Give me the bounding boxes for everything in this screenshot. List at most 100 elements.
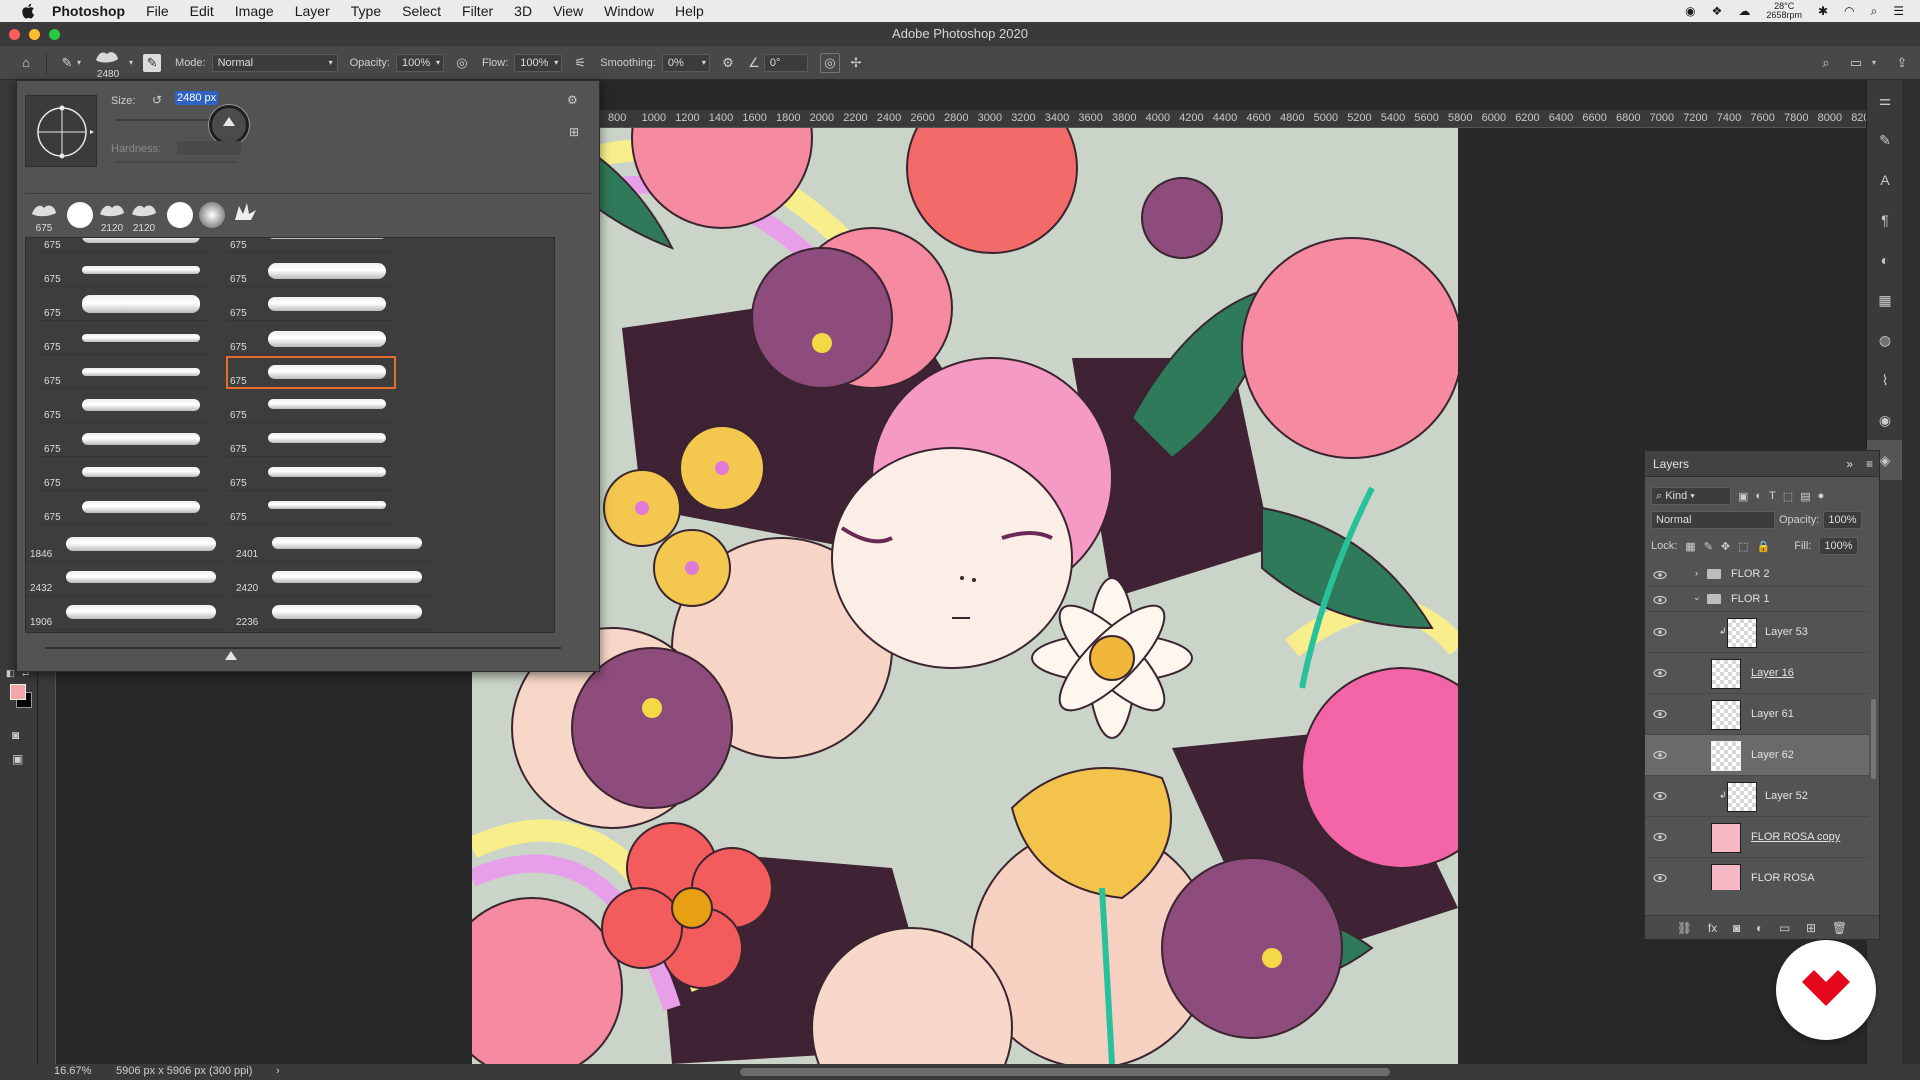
creative-cloud-icon[interactable]: ☁ xyxy=(1738,4,1750,18)
brush-preset[interactable]: 675 xyxy=(40,288,210,321)
menu-edit[interactable]: Edit xyxy=(190,3,214,19)
close-window-button[interactable] xyxy=(9,29,20,40)
filter-toggle-icon[interactable]: ● xyxy=(1818,490,1825,502)
add-mask-icon[interactable]: ◙ xyxy=(1733,921,1740,935)
layer-group-flor-1[interactable]: ⌄ FLOR 1 xyxy=(1645,587,1869,612)
panel-settings-gear-icon[interactable]: ⚙ xyxy=(567,93,578,107)
paragraph-icon[interactable]: ¶ xyxy=(1867,200,1903,240)
record-icon[interactable]: ◉ xyxy=(1685,4,1695,18)
thumbnail-size-knob[interactable] xyxy=(225,651,237,660)
recent-brush[interactable]: 675 xyxy=(29,200,59,234)
canvas-horizontal-scrollbar[interactable] xyxy=(740,1068,1390,1076)
fill-field[interactable]: 100% xyxy=(1819,537,1858,555)
brush-preset[interactable]: 675 xyxy=(40,238,210,253)
brush-preset[interactable]: 675 xyxy=(40,390,210,423)
recent-brush[interactable]: 2120 xyxy=(129,200,159,234)
brush-preset[interactable]: 675 xyxy=(40,322,210,355)
visibility-eye-icon[interactable] xyxy=(1653,789,1667,803)
visibility-eye-icon[interactable] xyxy=(1653,830,1667,844)
panel-menu-icon[interactable]: ≡ xyxy=(1866,451,1873,477)
brush-preset[interactable]: 675 xyxy=(226,458,396,491)
filter-smart-object-icon[interactable]: ▤ xyxy=(1800,490,1810,503)
visibility-eye-icon[interactable] xyxy=(1653,748,1667,762)
flow-field[interactable]: 100% ▾ xyxy=(514,53,563,72)
visibility-eye-icon[interactable] xyxy=(1653,666,1667,680)
recent-brush[interactable] xyxy=(229,200,259,230)
filter-pixel-icon[interactable]: ▣ xyxy=(1738,490,1748,503)
brush-preset[interactable]: 675 xyxy=(226,238,396,253)
brush-tip-preview[interactable] xyxy=(25,95,97,167)
weather-widget[interactable]: 28°C 2658rpm xyxy=(1766,2,1802,20)
chevron-right-icon[interactable]: › xyxy=(1695,568,1698,578)
pressure-opacity-icon[interactable]: ◎ xyxy=(452,53,472,73)
dropbox-icon[interactable]: ❖ xyxy=(1712,4,1723,18)
swatches-icon[interactable]: ▦ xyxy=(1867,280,1903,320)
brush-preset-selected[interactable]: 675 xyxy=(226,356,396,389)
apple-icon[interactable] xyxy=(20,2,38,20)
brush-preset[interactable]: 675 xyxy=(40,458,210,491)
link-layers-icon[interactable]: ⛓ xyxy=(1677,921,1692,935)
zoom-window-button[interactable] xyxy=(49,29,60,40)
reset-size-icon[interactable]: ↺ xyxy=(152,93,162,107)
brush-preset[interactable]: 675 xyxy=(40,424,210,457)
fx-icon[interactable]: fx xyxy=(1708,921,1717,935)
brush-picker-dropdown-icon[interactable]: ▾ xyxy=(129,58,133,67)
new-preset-icon[interactable]: ⊞ xyxy=(569,125,579,139)
filter-kind-dropdown[interactable]: ⌕ Kind ▾ xyxy=(1651,487,1731,505)
brush-preset[interactable]: 675 xyxy=(226,424,396,457)
menu-type[interactable]: Type xyxy=(351,3,381,19)
brush-preset[interactable]: 675 xyxy=(40,254,210,287)
delete-layer-icon[interactable]: 🗑 xyxy=(1832,921,1847,935)
lock-artboard-icon[interactable]: ⬚ xyxy=(1738,540,1748,553)
brush-preset[interactable]: 2236 xyxy=(232,596,432,630)
mode-dropdown[interactable]: Normal ▾ xyxy=(211,53,338,72)
menu-help[interactable]: Help xyxy=(675,3,704,19)
filter-type-icon[interactable]: T xyxy=(1769,490,1776,502)
menu-3d[interactable]: 3D xyxy=(514,3,532,19)
brush-tool-icon[interactable]: ✎ xyxy=(57,53,77,73)
bluetooth-icon[interactable]: ✱ xyxy=(1818,4,1828,18)
smoothing-field[interactable]: 0% ▾ xyxy=(661,53,710,72)
recent-brush[interactable] xyxy=(65,200,95,230)
brush-preset[interactable]: 675 xyxy=(226,322,396,355)
quick-mask-icon[interactable]: ◙ xyxy=(12,728,19,742)
visibility-eye-icon[interactable] xyxy=(1653,568,1667,582)
brush-preset-picker[interactable]: 2480 xyxy=(93,48,123,80)
brush-preset[interactable]: 2432 xyxy=(26,562,226,596)
zoom-level[interactable]: 16.67% xyxy=(54,1065,91,1077)
lock-transparent-icon[interactable]: ▦ xyxy=(1685,540,1695,553)
notification-center-icon[interactable]: ☰ xyxy=(1893,4,1904,18)
tool-preset-dropdown-icon[interactable]: ▾ xyxy=(77,58,81,67)
brush-preset[interactable]: 675 xyxy=(40,492,210,525)
brush-preset[interactable]: 675 xyxy=(40,356,210,389)
angle-field[interactable]: 0° xyxy=(763,53,808,72)
layer-row[interactable]: Layer 61 xyxy=(1645,694,1869,735)
layer-opacity-field[interactable]: 100% xyxy=(1823,511,1862,529)
libraries-icon[interactable]: ◍ xyxy=(1867,320,1903,360)
brush-preset[interactable]: 2401 xyxy=(232,528,432,562)
thumbnail-size-slider[interactable] xyxy=(45,647,561,649)
visibility-eye-icon[interactable] xyxy=(1653,707,1667,721)
hardness-input[interactable] xyxy=(177,141,241,155)
lock-image-icon[interactable]: ✎ xyxy=(1704,540,1713,553)
share-icon[interactable]: ⇪ xyxy=(1892,53,1912,73)
airbrush-icon[interactable]: ⚟ xyxy=(570,53,590,73)
home-icon[interactable]: ⌂ xyxy=(16,53,36,73)
workspace-dropdown-icon[interactable]: ▾ xyxy=(1872,58,1876,67)
paths-icon[interactable]: ⌇ xyxy=(1867,360,1903,400)
menu-view[interactable]: View xyxy=(553,3,583,19)
menu-filter[interactable]: Filter xyxy=(462,3,493,19)
brush-preset[interactable]: 675 xyxy=(226,390,396,423)
pressure-size-icon[interactable]: ◎ xyxy=(819,52,840,73)
brush-preset[interactable]: 1846 xyxy=(26,528,226,562)
screen-mode-icon[interactable]: ▣ xyxy=(12,752,23,766)
brush-preset[interactable]: 675 xyxy=(226,492,396,525)
size-slider-knob[interactable] xyxy=(209,105,249,145)
visibility-eye-icon[interactable] xyxy=(1653,871,1667,885)
menu-file[interactable]: File xyxy=(146,3,169,19)
workspace-icon[interactable]: ▭ xyxy=(1846,53,1866,73)
lock-all-icon[interactable]: 🔒 xyxy=(1757,540,1771,553)
filter-shape-icon[interactable]: ⬚ xyxy=(1783,490,1793,503)
menu-image[interactable]: Image xyxy=(235,3,274,19)
layer-row-selected[interactable]: Layer 62 xyxy=(1645,735,1869,776)
